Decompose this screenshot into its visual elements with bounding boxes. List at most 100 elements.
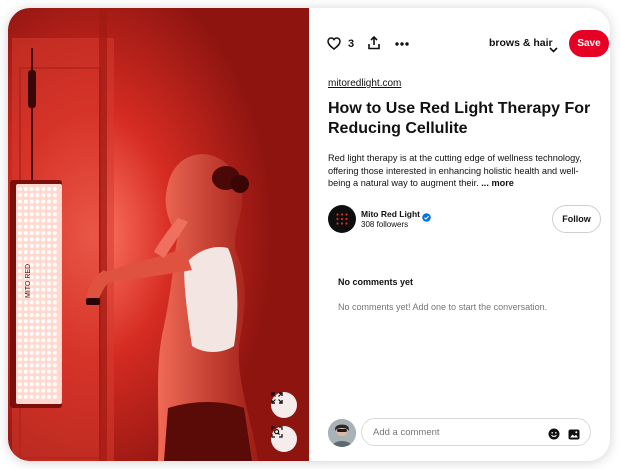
led-dot (41, 287, 46, 292)
author-avatar[interactable] (328, 205, 356, 233)
led-dot (52, 262, 57, 267)
user-avatar[interactable] (328, 419, 356, 447)
led-dot (18, 268, 22, 273)
led-dot (52, 187, 57, 191)
led-dot (18, 319, 22, 324)
led-dot (18, 325, 22, 330)
follow-button[interactable]: Follow (552, 205, 601, 233)
led-dot (52, 268, 57, 273)
brand-dots-logo-icon (336, 213, 348, 225)
led-dot (18, 300, 22, 305)
led-dot (52, 193, 57, 198)
led-dot (41, 250, 46, 254)
more-link[interactable]: ... more (481, 178, 514, 188)
led-dot (41, 306, 46, 311)
led-dot (47, 357, 51, 362)
led-dot (23, 205, 28, 210)
led-dot (29, 199, 34, 204)
led-dot (23, 388, 28, 393)
led-dot (18, 350, 22, 355)
led-dot (23, 250, 28, 254)
led-dot (47, 218, 51, 223)
led-dot (41, 300, 46, 305)
led-dot (23, 193, 28, 198)
led-dot (35, 319, 40, 324)
led-dot (18, 344, 22, 349)
more-options-icon[interactable] (395, 37, 409, 55)
led-dot (52, 313, 57, 317)
pin-image[interactable]: MITO RED (8, 8, 309, 461)
led-dot (29, 382, 34, 387)
led-dot (47, 250, 51, 254)
emoji-icon[interactable] (548, 427, 560, 445)
led-dot (52, 388, 57, 393)
led-dot (23, 357, 28, 362)
board-selector[interactable]: brows & hair (489, 37, 553, 49)
led-dot (18, 193, 22, 198)
led-dot (52, 357, 57, 362)
led-dot (41, 193, 46, 198)
led-dot (35, 382, 40, 387)
led-dot (41, 187, 46, 191)
led-dot (41, 237, 46, 242)
chevron-down-icon[interactable] (549, 40, 558, 58)
led-dot (18, 306, 22, 311)
led-dot (18, 363, 22, 368)
save-button[interactable]: Save (569, 30, 609, 57)
led-dot (47, 388, 51, 393)
led-dot (29, 376, 34, 380)
add-image-icon[interactable] (568, 427, 580, 445)
led-dot (29, 237, 34, 242)
author-name[interactable]: Mito Red Light (361, 209, 420, 219)
led-dot (18, 262, 22, 267)
led-dot (23, 237, 28, 242)
led-dot (29, 350, 34, 355)
led-dot (41, 199, 46, 204)
led-dot (47, 287, 51, 292)
led-dot (47, 338, 51, 343)
led-dot (18, 376, 22, 380)
led-dot (23, 231, 28, 236)
led-dot (35, 262, 40, 267)
led-dot (52, 325, 57, 330)
led-dot (18, 275, 22, 280)
led-dot (52, 331, 57, 336)
led-dot (41, 369, 46, 374)
led-dot (41, 319, 46, 324)
led-dot (23, 212, 28, 217)
user-avatar-photo (328, 419, 356, 447)
share-icon[interactable] (367, 35, 381, 55)
heart-icon[interactable] (327, 37, 341, 55)
led-dot (35, 344, 40, 349)
panel-lettering: MITO RED (25, 264, 32, 298)
led-dot (35, 388, 40, 393)
led-dot (52, 294, 57, 299)
led-dot (52, 218, 57, 223)
source-link[interactable]: mitoredlight.com (328, 78, 401, 89)
led-dot (18, 369, 22, 374)
led-dot (41, 338, 46, 343)
led-dot (41, 231, 46, 236)
led-dot (35, 306, 40, 311)
led-dot (41, 376, 46, 380)
visual-search-button[interactable] (271, 426, 297, 452)
comment-input[interactable]: Add a comment (361, 418, 591, 446)
led-dot (23, 394, 28, 399)
led-dot (23, 187, 28, 191)
red-light-therapy-photo: MITO RED (8, 8, 309, 461)
led-dot (35, 250, 40, 254)
led-dot (52, 256, 57, 261)
led-dot (35, 275, 40, 280)
led-dot (29, 256, 34, 261)
expand-button[interactable] (271, 392, 297, 418)
led-dot (23, 331, 28, 336)
pin-details-panel: 3 brows & hair Save mitoredlight.com How… (309, 8, 610, 461)
led-dot (47, 224, 51, 229)
led-dot (47, 205, 51, 210)
led-dot (23, 344, 28, 349)
led-dot (52, 363, 57, 368)
led-dot (41, 344, 46, 349)
led-dot (23, 319, 28, 324)
led-dot (18, 331, 22, 336)
like-count: 3 (348, 38, 355, 50)
